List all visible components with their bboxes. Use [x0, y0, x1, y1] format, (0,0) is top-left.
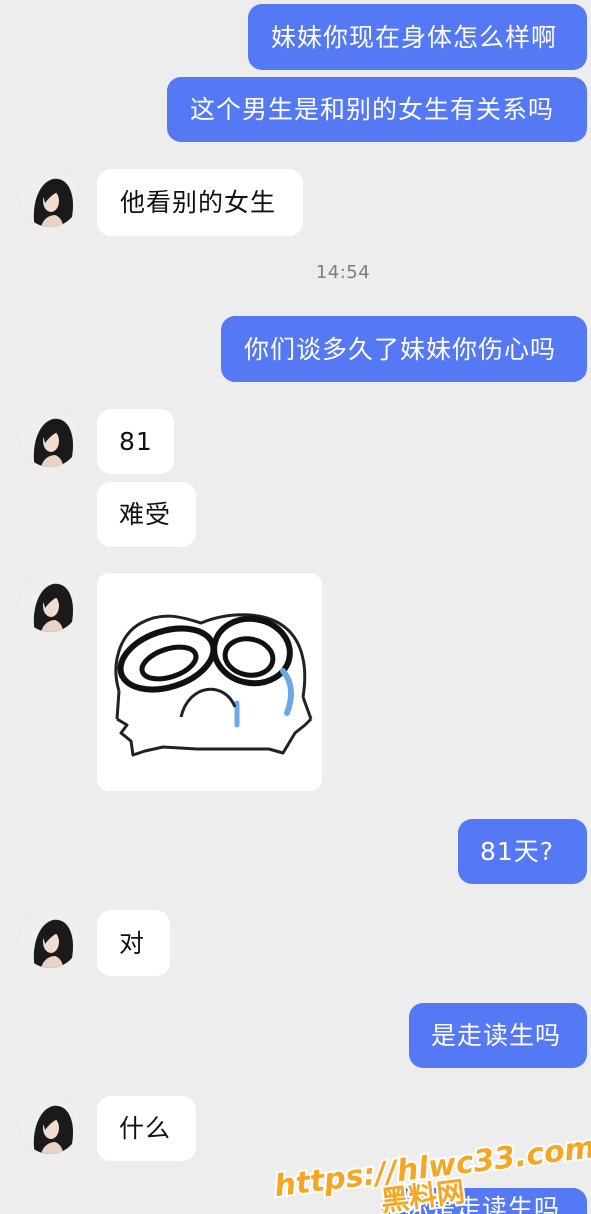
message-text: 是走读生吗 [431, 1021, 562, 1050]
contact-avatar[interactable] [21, 574, 79, 632]
chat-area[interactable]: 妹妹你现在身体怎么样啊 这个男生是和别的女生有关系吗 他看别的女生 14:54 … [0, 0, 591, 1214]
contact-avatar[interactable] [21, 1096, 79, 1154]
contact-avatar[interactable] [21, 409, 79, 467]
message-bubble-outgoing[interactable]: 妹妹你现在身体怎么样啊 [248, 4, 587, 70]
crying-face-sticker[interactable] [97, 573, 322, 791]
message-bubble-incoming[interactable]: 81 [97, 409, 174, 474]
message-bubble-outgoing[interactable]: 是走读生吗 [409, 1003, 587, 1068]
message-text: 这个男生是和别的女生有关系吗 [190, 95, 555, 124]
message-text: 难受 [119, 500, 172, 529]
chat-timestamp: 14:54 [315, 262, 371, 283]
message-bubble-outgoing[interactable]: 你是走读生吗 [382, 1188, 587, 1214]
message-text: 对 [119, 928, 146, 958]
message-bubble-outgoing[interactable]: 81天? [458, 819, 587, 884]
contact-avatar[interactable] [21, 910, 79, 968]
message-bubble-incoming[interactable]: 对 [97, 910, 170, 976]
message-text: 他看别的女生 [120, 188, 277, 217]
message-bubble-outgoing[interactable]: 这个男生是和别的女生有关系吗 [167, 77, 587, 142]
message-bubble-incoming[interactable]: 什么 [97, 1096, 196, 1161]
message-text: 妹妹你现在身体怎么样啊 [271, 22, 558, 52]
message-bubble-outgoing[interactable]: 你们谈多久了妹妹你伤心吗 [221, 316, 587, 382]
message-text: 你们谈多久了妹妹你伤心吗 [244, 334, 557, 364]
message-bubble-incoming[interactable]: 他看别的女生 [97, 169, 303, 236]
message-text: 你是走读生吗 [404, 1194, 561, 1214]
message-bubble-incoming[interactable]: 难受 [97, 482, 196, 547]
message-text: 81天? [480, 837, 555, 866]
message-text: 什么 [119, 1114, 172, 1143]
message-text: 81 [119, 427, 153, 456]
contact-avatar[interactable] [21, 169, 79, 227]
